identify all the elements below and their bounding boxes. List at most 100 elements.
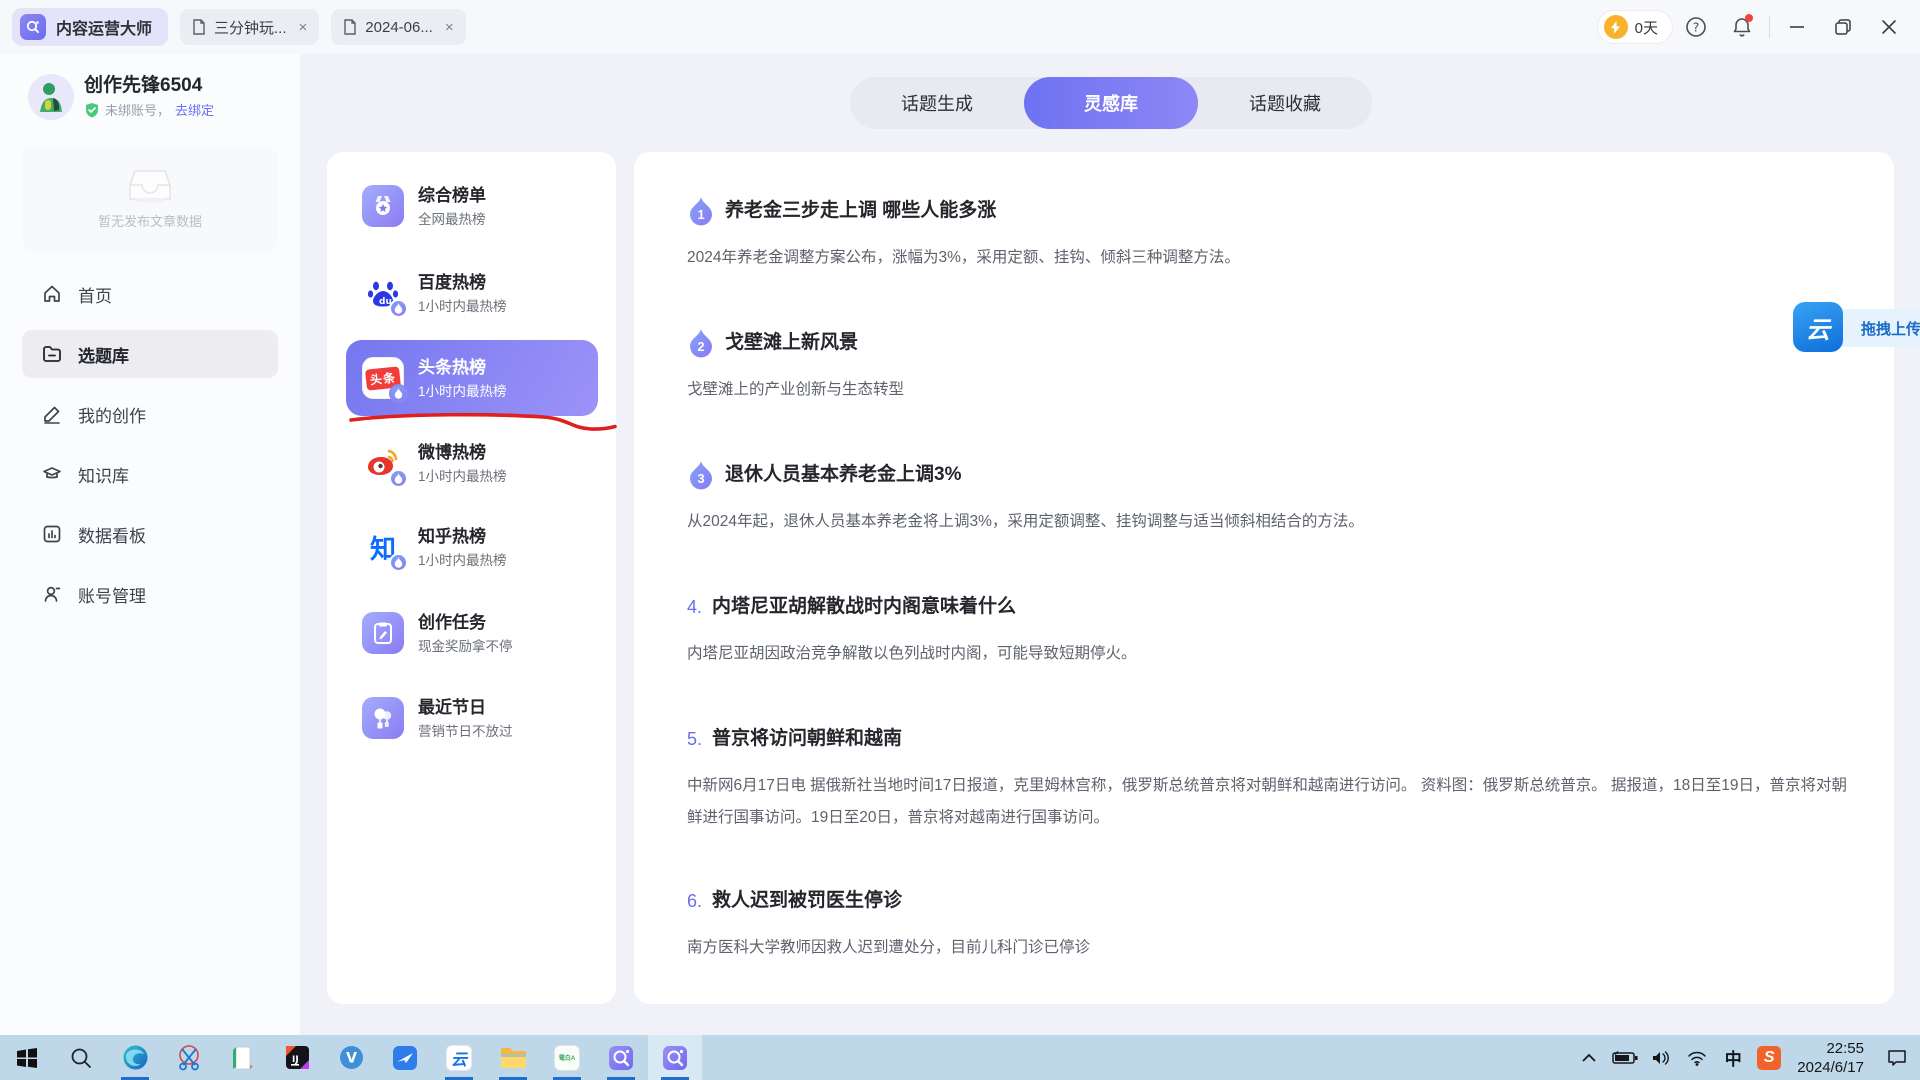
avatar[interactable] xyxy=(28,74,74,120)
source-name: 综合榜单 xyxy=(418,184,486,208)
source-item-baidu[interactable]: du 百度热榜 1小时内最热榜 xyxy=(346,255,598,331)
doc-tab-label: 三分钟玩... xyxy=(214,17,287,38)
topic-item-1[interactable]: 1 养老金三步走上调 哪些人能多涨 2024年养老金调整方案公布，涨幅为3%，采… xyxy=(687,196,1847,274)
taskbar-app-snipping[interactable] xyxy=(162,1035,216,1080)
graduation-cap-icon xyxy=(42,464,62,484)
bar-chart-icon xyxy=(42,524,62,544)
taskbar-app-content-master[interactable] xyxy=(594,1035,648,1080)
tab-topic-favorites[interactable]: 话题收藏 xyxy=(1198,77,1372,129)
app-title: 内容运营大师 xyxy=(56,15,152,39)
topic-title: 养老金三步走上调 哪些人能多涨 xyxy=(725,196,996,226)
topic-item-6[interactable]: 6. 救人迟到被罚医生停诊 南方医科大学教师因救人迟到遭处分，目前儿科门诊已停诊 xyxy=(687,886,1847,964)
taskbar-app-edge[interactable] xyxy=(108,1035,162,1080)
drag-upload-widget[interactable]: 拖拽上传 云 xyxy=(1793,302,1920,354)
sidebar-item-knowledge-base[interactable]: 知识库 xyxy=(22,450,278,498)
sidebar-item-account-management[interactable]: 账号管理 xyxy=(22,570,278,618)
topic-item-4[interactable]: 4. 内塔尼亚胡解散战时内阁意味着什么 内塔尼亚胡因政治竞争解散以色列战时内阁，… xyxy=(687,592,1847,670)
tab-inspiration-library[interactable]: 灵感库 xyxy=(1024,77,1198,129)
source-desc: 1小时内最热榜 xyxy=(418,551,507,570)
source-name: 知乎热榜 xyxy=(418,525,507,549)
source-item-toutiao-active[interactable]: 头条 头条热榜 1小时内最热榜 xyxy=(346,340,598,416)
doc-tab-close-icon[interactable]: × xyxy=(445,19,454,36)
rank-number: 4. xyxy=(687,592,702,622)
taskbar-app-notes[interactable] xyxy=(216,1035,270,1080)
shield-check-icon xyxy=(84,102,100,118)
source-item-creation-tasks[interactable]: 创作任务 现金奖励拿不停 xyxy=(346,595,598,671)
topic-desc: 从2024年起，退休人员基本养老金将上调3%，采用定额调整、挂钩调整与适当倾斜相… xyxy=(687,506,1847,538)
sidebar: 创作先锋6504 未绑账号， 去绑定 暂无发布文章数据 首页 选题库 我的创作 xyxy=(0,54,300,1035)
notifications-bell-icon[interactable] xyxy=(1719,0,1765,54)
topic-title: 退休人员基本养老金上调3% xyxy=(725,460,961,490)
volume-icon[interactable] xyxy=(1643,1035,1679,1080)
taskbar-app-white[interactable]: 電白A xyxy=(540,1035,594,1080)
taskbar-app-v[interactable]: V xyxy=(324,1035,378,1080)
search-icon xyxy=(69,1046,93,1070)
close-button[interactable] xyxy=(1866,0,1912,54)
rank-flame-badge: 3 xyxy=(687,460,715,490)
notes-icon xyxy=(231,1045,255,1071)
source-desc: 营销节日不放过 xyxy=(418,722,513,741)
cloud-app-icon[interactable]: 云 xyxy=(1793,302,1843,352)
sidebar-item-home[interactable]: 首页 xyxy=(22,270,278,318)
sidebar-item-my-creations[interactable]: 我的创作 xyxy=(22,390,278,438)
hot-sources-card: 综合榜单 全网最热榜 du 百度热榜 1小时内最热榜 头条 头条热榜 1小时内最… xyxy=(327,152,616,1004)
taskbar-app-bird[interactable] xyxy=(378,1035,432,1080)
start-button[interactable] xyxy=(0,1035,54,1080)
topic-title: 救人迟到被罚医生停诊 xyxy=(712,886,902,916)
topic-title: 普京将访问朝鲜和越南 xyxy=(712,724,902,754)
source-name: 创作任务 xyxy=(418,611,513,635)
sidebar-item-data-dashboard[interactable]: 数据看板 xyxy=(22,510,278,558)
help-icon[interactable]: ? xyxy=(1673,0,1719,54)
bind-link[interactable]: 去绑定 xyxy=(175,100,214,119)
taskbar: IJ V 云 電白A xyxy=(0,1035,1920,1080)
source-item-weibo[interactable]: 微博热榜 1小时内最热榜 xyxy=(346,425,598,501)
content-master-icon xyxy=(608,1045,634,1071)
taskbar-search-button[interactable] xyxy=(54,1035,108,1080)
svg-text:V: V xyxy=(346,1051,357,1067)
maximize-button[interactable] xyxy=(1820,0,1866,54)
minimize-button[interactable] xyxy=(1774,0,1820,54)
bird-app-icon xyxy=(392,1045,418,1071)
sidebar-item-label: 首页 xyxy=(78,282,112,307)
tray-chevron-icon[interactable] xyxy=(1571,1035,1607,1080)
source-name: 最近节日 xyxy=(418,696,513,720)
sidebar-item-topics-library[interactable]: 选题库 xyxy=(22,330,278,378)
taskbar-app-intellij[interactable]: IJ xyxy=(270,1035,324,1080)
clock-time: 22:55 xyxy=(1797,1039,1864,1058)
sidebar-nav: 首页 选题库 我的创作 知识库 数据看板 账号管理 xyxy=(22,270,278,630)
app-window: 内容运营大师 三分钟玩... × 2024-06... × 0天 ? xyxy=(0,0,1920,1080)
source-item-zhihu[interactable]: 知 知乎热榜 1小时内最热榜 xyxy=(346,509,598,585)
ime-indicator[interactable]: 中 xyxy=(1715,1035,1751,1080)
svg-text:2: 2 xyxy=(697,340,704,354)
notification-dot xyxy=(1745,14,1753,22)
taskbar-clock[interactable]: 22:55 2024/6/17 xyxy=(1787,1039,1874,1077)
topic-item-3[interactable]: 3 退休人员基本养老金上调3% 从2024年起，退休人员基本养老金将上调3%，采… xyxy=(687,460,1847,538)
doc-tab-2[interactable]: 2024-06... × xyxy=(331,9,465,45)
taskbar-app-content-master-active[interactable] xyxy=(648,1035,702,1080)
topic-item-5[interactable]: 5. 普京将访问朝鲜和越南 中新网6月17日电 据俄新社当地时间17日报道，克里… xyxy=(687,724,1847,834)
bind-status: 未绑账号， xyxy=(105,100,170,119)
balloons-icon xyxy=(362,697,404,739)
svg-text:1: 1 xyxy=(697,208,704,222)
taskbar-app-cloud[interactable]: 云 xyxy=(432,1035,486,1080)
source-item-overall[interactable]: 综合榜单 全网最热榜 xyxy=(346,168,598,244)
days-badge[interactable]: 0天 xyxy=(1597,10,1673,44)
taskbar-file-explorer[interactable] xyxy=(486,1035,540,1080)
file-icon xyxy=(343,19,357,35)
sogou-icon[interactable]: S xyxy=(1751,1035,1787,1080)
folder-icon xyxy=(42,344,62,364)
divider xyxy=(1769,16,1770,38)
action-center-icon[interactable] xyxy=(1874,1035,1920,1080)
title-bar: 内容运营大师 三分钟玩... × 2024-06... × 0天 ? xyxy=(0,0,1920,54)
tab-topic-generation[interactable]: 话题生成 xyxy=(850,77,1024,129)
doc-tab-1[interactable]: 三分钟玩... × xyxy=(180,9,319,45)
wifi-icon[interactable] xyxy=(1679,1035,1715,1080)
sidebar-item-label: 知识库 xyxy=(78,462,129,487)
battery-icon[interactable] xyxy=(1607,1035,1643,1080)
source-item-recent-festivals[interactable]: 最近节日 营销节日不放过 xyxy=(346,680,598,756)
app-tab[interactable]: 内容运营大师 xyxy=(12,8,168,46)
flame-badge-icon xyxy=(389,553,408,572)
topic-item-2[interactable]: 2 戈壁滩上新风景 戈壁滩上的产业创新与生态转型 xyxy=(687,328,1847,406)
doc-tab-close-icon[interactable]: × xyxy=(299,19,308,36)
lightning-icon xyxy=(1604,15,1628,39)
